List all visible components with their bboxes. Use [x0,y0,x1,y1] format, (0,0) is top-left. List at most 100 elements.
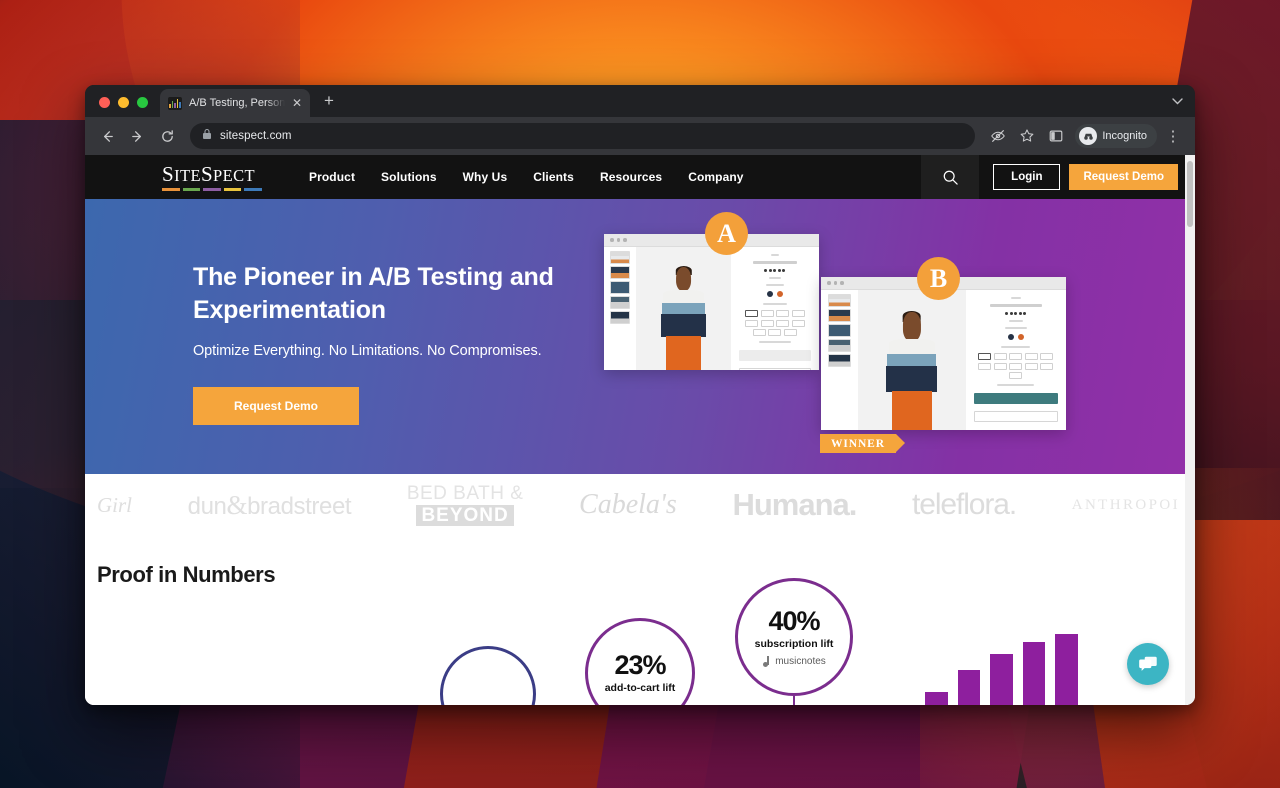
bar-3 [925,691,948,705]
sitespect-logo[interactable]: SITESPECT [162,161,262,191]
page-viewport: SITESPECT Product Solutions Why Us Clien… [85,155,1195,705]
section-title: Proof in Numbers [97,562,276,587]
variant-a-mockup [604,234,819,370]
bar-6 [1022,642,1046,705]
nav-item-clients[interactable]: Clients [533,170,574,184]
new-tab-button[interactable]: + [310,92,344,117]
header-actions: Login Request Demo [921,155,1188,199]
tab-title: A/B Testing, Personalization, a [189,97,285,109]
product-thumbnails [821,290,858,430]
stat-connector-line [793,696,795,705]
address-bar[interactable]: sitespect.com [190,123,976,149]
nav-item-why-us[interactable]: Why Us [463,170,508,184]
star-icon[interactable] [1014,123,1040,149]
incognito-avatar-icon [1079,127,1098,145]
main-menu: Product Solutions Why Us Clients Resourc… [309,170,744,184]
nav-item-resources[interactable]: Resources [600,170,662,184]
client-logo-dun-bradstreet: dun&bradstreet [187,489,352,520]
stat-brand-label: musicnotes [775,655,826,667]
logo-wordmark: SITESPECT [162,161,262,186]
stat-label: add-to-cart lift [604,682,676,694]
client-logo-cabelas: Cabela's [579,489,677,520]
close-tab-icon[interactable]: ✕ [292,97,302,109]
variant-b-badge: B [917,257,960,300]
window-controls [95,97,160,117]
close-window-button[interactable] [99,97,110,108]
maximize-window-button[interactable] [137,97,148,108]
side-panel-icon[interactable] [1043,123,1069,149]
page-content: SITESPECT Product Solutions Why Us Clien… [85,155,1188,705]
forward-arrow-icon[interactable] [124,123,150,149]
product-photo [636,247,731,370]
hero-heading: The Pioneer in A/B Testing and Experimen… [193,263,554,324]
bar-5 [990,654,1013,705]
request-demo-button-hero[interactable]: Request Demo [193,387,359,425]
nav-item-solutions[interactable]: Solutions [381,170,437,184]
logo-ite: ITE [174,165,201,185]
browser-tab[interactable]: A/B Testing, Personalization, a ✕ [160,89,310,117]
mockup-body [821,290,1066,430]
toolbar-icons: Incognito ⋮ [985,123,1186,149]
client-logo-girl-scouts: Girl [97,492,133,517]
desktop-background: A/B Testing, Personalization, a ✕ + [0,0,1280,788]
hero-copy: The Pioneer in A/B Testing and Experimen… [193,261,623,425]
mockup-body [604,247,819,370]
request-demo-button-header[interactable]: Request Demo [1069,164,1178,190]
incognito-label: Incognito [1102,130,1147,142]
product-detail-pane [966,290,1066,430]
hero-section: The Pioneer in A/B Testing and Experimen… [85,199,1188,474]
logo-s2: S [200,161,214,186]
stat-brand: musicnotes [762,655,826,667]
nav-item-product[interactable]: Product [309,170,355,184]
reload-icon[interactable] [154,123,180,149]
stat-value: 40% [768,605,820,636]
tab-strip: A/B Testing, Personalization, a ✕ + [85,85,1195,117]
chat-widget-button[interactable] [1127,643,1169,685]
nav-item-company[interactable]: Company [688,170,743,184]
browser-toolbar: sitespect.com Incognito ⋮ [85,117,1195,155]
login-button[interactable]: Login [993,164,1061,190]
address-bar-url: sitespect.com [220,130,292,142]
browser-menu-icon[interactable]: ⋮ [1160,123,1186,149]
bar-4 [957,670,981,705]
minimize-window-button[interactable] [118,97,129,108]
logo-color-bars-icon [162,187,262,191]
hero-subheading: Optimize Everything. No Limitations. No … [193,343,542,359]
browser-window: A/B Testing, Personalization, a ✕ + [85,85,1195,705]
stat-circle-add-to-cart: 23% add-to-cart lift [585,618,695,705]
sitespect-favicon-icon [168,96,182,110]
proof-in-numbers-section: Proof in Numbers 23% add-to-cart lift 40… [85,536,1188,705]
scrollbar-thumb[interactable] [1187,161,1193,227]
client-logo-anthropologie: ANTHROPOI [1071,496,1180,513]
stat-label: subscription lift [754,637,834,650]
search-icon[interactable] [921,155,980,199]
client-logo-teleflora: teleflora. [912,488,1017,521]
winner-ribbon: WINNER [820,434,905,453]
client-logos-band: Girl dun&bradstreet BED BATH & BEYOND Ca… [85,474,1188,536]
nav-buttons: Login Request Demo [979,164,1188,190]
client-logo-humana: Humana. [732,487,857,522]
growth-bar-chart [860,628,1079,705]
stats-visualization: 23% add-to-cart lift 40% subscription li… [85,578,1188,705]
logo-pect: PECT [213,165,255,185]
page-scrollbar[interactable] [1185,155,1195,705]
product-photo [857,290,966,430]
stat-value: 23% [614,650,666,680]
music-note-icon [762,655,771,667]
stat-circle-subscription: 40% subscription lift musicnotes [735,578,853,696]
product-thumbnails [604,247,636,370]
bar-7 [1055,634,1079,705]
chat-bubbles-icon [1139,656,1157,671]
lock-icon [202,127,212,145]
logo-s1: S [162,161,175,186]
client-logo-bed-bath-beyond: BED BATH & BEYOND [406,483,524,526]
variant-b-mockup [821,277,1066,430]
site-header: SITESPECT Product Solutions Why Us Clien… [85,155,1188,199]
stat-circle-partial [440,646,536,705]
variant-a-badge: A [705,212,748,255]
eye-off-icon[interactable] [985,123,1011,149]
back-arrow-icon[interactable] [94,123,120,149]
incognito-indicator[interactable]: Incognito [1075,124,1157,148]
product-detail-pane [731,247,819,370]
tab-list-chevron-down-icon[interactable] [1172,97,1195,117]
